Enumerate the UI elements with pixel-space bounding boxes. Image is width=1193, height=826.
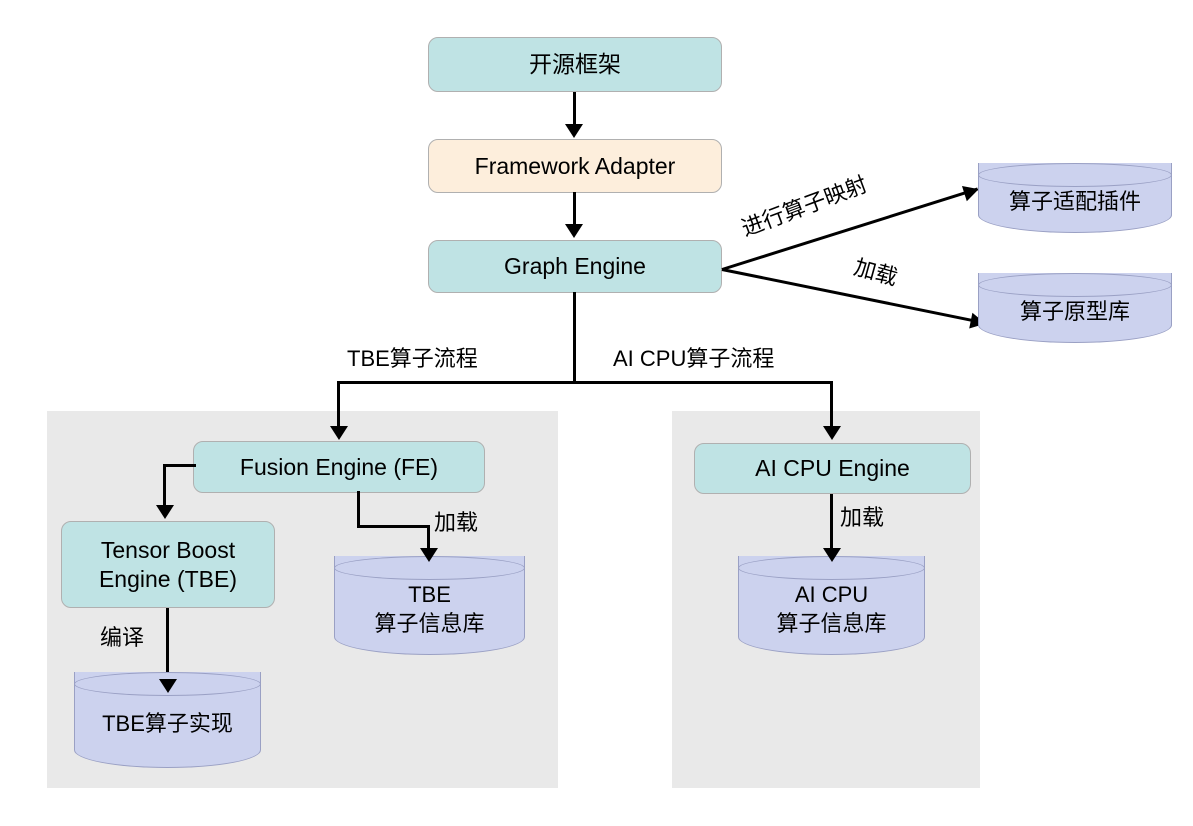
- arrowhead-to-fusion-engine: [330, 426, 348, 440]
- edge-tbe-branch-vertical: [337, 381, 340, 428]
- edge-label-tbe-flow: TBE算子流程: [347, 346, 478, 371]
- diagram-canvas: 进行算子映射 加载 TBE算子流程 AI CPU算子流程 开源框架 Framew…: [0, 0, 1193, 826]
- edge-adapter-to-graphengine: [573, 192, 576, 226]
- edge-fe-to-tbeinfo-vertical-1: [357, 491, 360, 528]
- store-op-adapter-plugin[interactable]: 算子适配插件: [978, 163, 1172, 233]
- edge-openframework-to-adapter: [573, 92, 576, 126]
- edge-label-compile: 编译: [100, 625, 145, 650]
- arrowhead-openframework-to-adapter: [565, 124, 583, 138]
- store-tbe-op-info-lib[interactable]: TBE 算子信息库: [334, 556, 525, 655]
- node-framework-adapter[interactable]: Framework Adapter: [428, 139, 722, 193]
- edge-fe-to-tbe-horizontal: [163, 464, 196, 467]
- arrowhead-adapter-to-graphengine: [565, 224, 583, 238]
- store-label: TBE算子实现: [102, 710, 233, 736]
- store-label: 算子原型库: [1019, 298, 1130, 324]
- arrowhead-to-aicpu-engine: [823, 426, 841, 440]
- edge-label-load-tbe: 加载: [434, 510, 479, 535]
- store-label: 算子适配插件: [1008, 188, 1141, 214]
- node-ai-cpu-engine[interactable]: AI CPU Engine: [694, 443, 971, 494]
- edge-aicpu-branch-vertical: [830, 381, 833, 428]
- arrowhead-tbe-to-impl: [159, 679, 177, 693]
- node-open-framework[interactable]: 开源框架: [428, 37, 722, 92]
- edge-fe-to-tbe-vertical: [163, 464, 166, 507]
- edge-graphengine-trunk: [573, 292, 576, 384]
- edge-label-load-aicpu: 加载: [840, 505, 885, 530]
- node-graph-engine[interactable]: Graph Engine: [428, 240, 722, 293]
- arrowhead-aicpuengine-to-info-lib: [823, 548, 841, 562]
- edge-label-load-prototype: 加载: [851, 254, 901, 291]
- edge-aicpuengine-to-info-lib: [830, 494, 833, 551]
- store-op-prototype-lib[interactable]: 算子原型库: [978, 273, 1172, 343]
- edge-label-op-mapping: 进行算子映射: [738, 171, 871, 242]
- store-label: AI CPU 算子信息库: [776, 582, 887, 636]
- arrowhead-fe-to-tbeinfo: [420, 548, 438, 562]
- arrowhead-fe-to-tbe: [156, 505, 174, 519]
- node-fusion-engine[interactable]: Fusion Engine (FE): [193, 441, 485, 493]
- store-aicpu-op-info-lib[interactable]: AI CPU 算子信息库: [738, 556, 925, 655]
- edge-split-bar: [337, 381, 833, 384]
- edge-fe-to-tbeinfo-horizontal: [357, 525, 430, 528]
- node-tensor-boost-engine[interactable]: Tensor Boost Engine (TBE): [61, 521, 275, 608]
- edge-label-aicpu-flow: AI CPU算子流程: [613, 346, 775, 371]
- store-label: TBE 算子信息库: [374, 582, 485, 636]
